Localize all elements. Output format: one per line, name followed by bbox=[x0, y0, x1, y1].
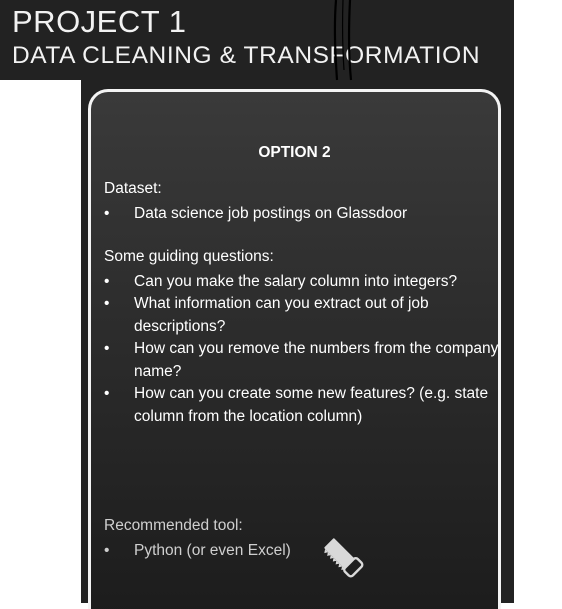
question-item: • Can you make the salary column into in… bbox=[104, 271, 499, 294]
slide-margin-right bbox=[514, 0, 562, 609]
questions-label: Some guiding questions: bbox=[104, 248, 274, 265]
bullet-icon: • bbox=[104, 385, 110, 402]
slide-subtitle: DATA CLEANING & TRANSFORMATION bbox=[12, 42, 481, 69]
question-text: What information can you extract out of … bbox=[134, 295, 429, 335]
slide-margin-left bbox=[0, 80, 81, 609]
option-title: OPTION 2 bbox=[258, 144, 331, 161]
tool-label: Recommended tool: bbox=[104, 517, 243, 534]
saw-icon bbox=[324, 538, 364, 578]
tool-item-text: Python (or even Excel) bbox=[134, 542, 291, 559]
option-card: OPTION 2 Dataset: • Data science job pos… bbox=[88, 89, 501, 609]
pen-stroke-doodle bbox=[333, 0, 353, 81]
bullet-icon: • bbox=[104, 340, 110, 357]
tool-item: • Python (or even Excel) bbox=[104, 540, 499, 563]
bullet-icon: • bbox=[104, 542, 110, 559]
dataset-item-text: Data science job postings on Glassdoor bbox=[134, 205, 408, 222]
dataset-label: Dataset: bbox=[104, 180, 162, 197]
bullet-icon: • bbox=[104, 205, 110, 222]
bullet-icon: • bbox=[104, 295, 110, 312]
question-item: • How can you remove the numbers from th… bbox=[104, 338, 499, 383]
question-text: How can you create some new features? (e… bbox=[134, 385, 489, 425]
question-text: Can you make the salary column into inte… bbox=[134, 273, 458, 290]
question-item: • How can you create some new features? … bbox=[104, 383, 499, 428]
slide-title: PROJECT 1 bbox=[12, 4, 187, 39]
dataset-item: • Data science job postings on Glassdoor bbox=[104, 203, 499, 226]
question-text: How can you remove the numbers from the … bbox=[134, 340, 499, 380]
question-item: • What information can you extract out o… bbox=[104, 293, 499, 338]
bullet-icon: • bbox=[104, 273, 110, 290]
